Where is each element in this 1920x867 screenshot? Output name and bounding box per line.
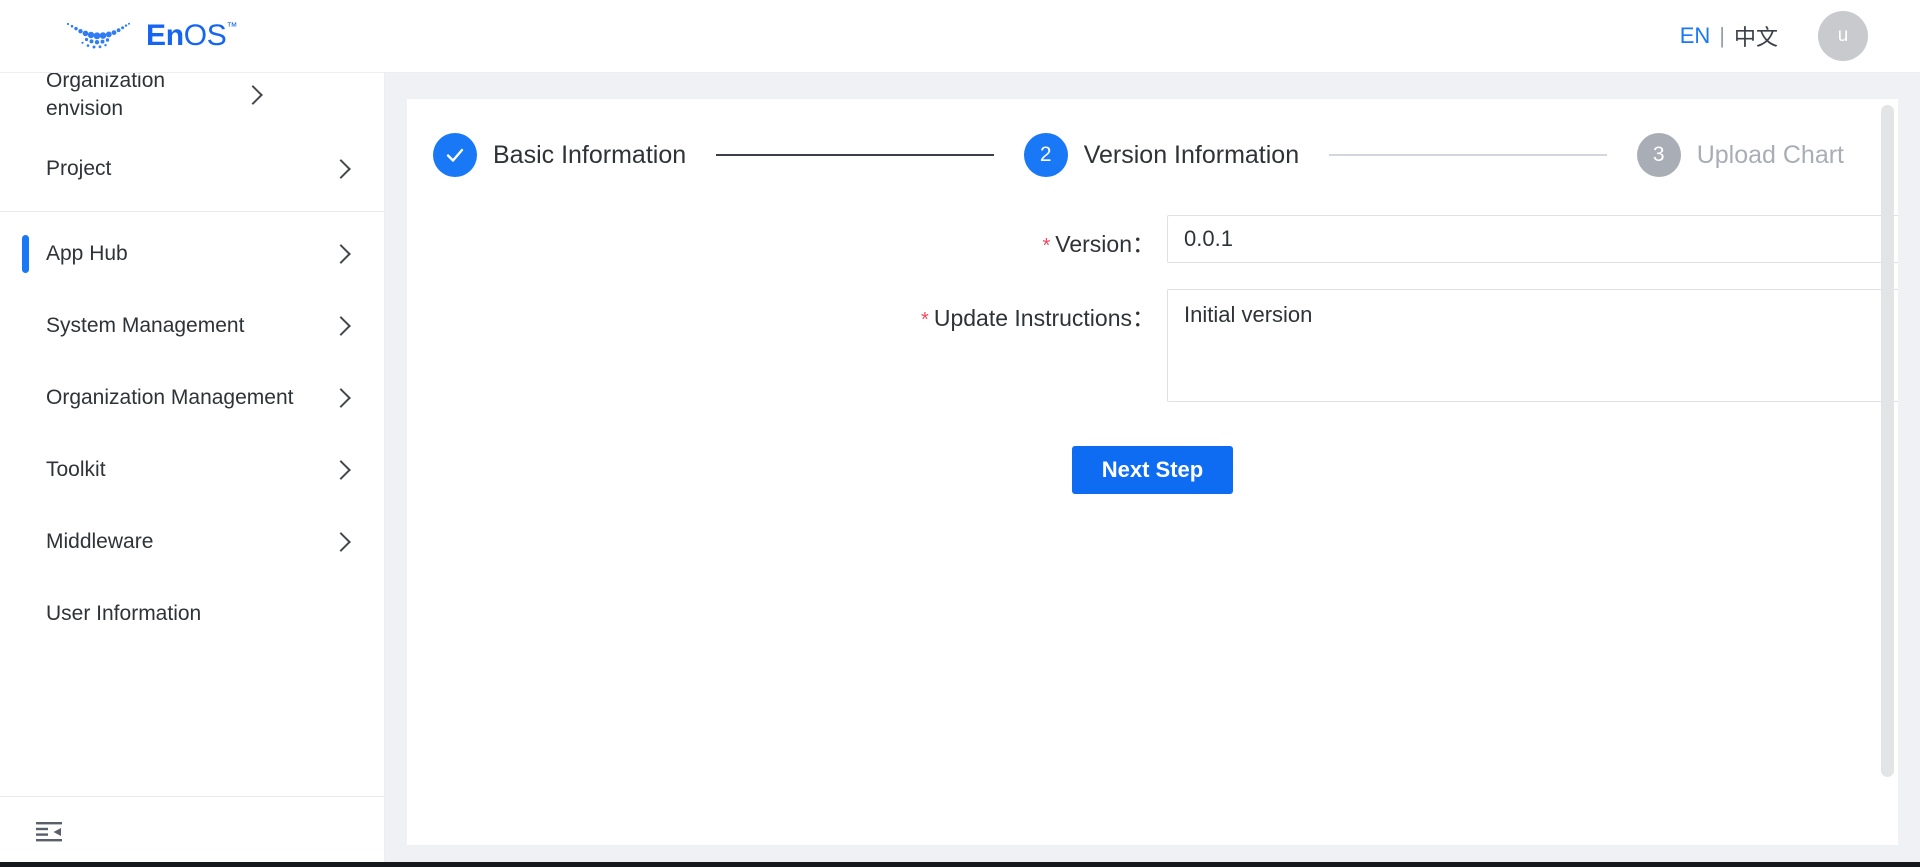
logo-text-en: En: [146, 19, 184, 53]
wizard-step-2[interactable]: 2 Version Information: [1024, 133, 1299, 177]
enos-dots-logo-icon: [62, 19, 140, 53]
version-information-form: *Version： *Update Instructions：: [407, 177, 1898, 494]
chevron-right-icon: [331, 159, 351, 179]
version-field-wrap: [1167, 215, 1898, 263]
logo-trademark: ™: [227, 21, 238, 33]
sidebar-item-organization-management[interactable]: Organization Management: [0, 362, 384, 434]
form-row-version: *Version：: [407, 215, 1898, 263]
header-actions: EN | 中文 u: [1680, 11, 1868, 61]
version-input[interactable]: [1167, 215, 1898, 263]
language-option-zh[interactable]: 中文: [1734, 20, 1778, 52]
step-indicator-1: [433, 133, 477, 177]
content-scrollbar[interactable]: [1881, 105, 1894, 777]
app-header: EnOS™ EN | 中文 u: [0, 0, 1920, 73]
sidebar-item-label: Organization Management: [46, 384, 334, 412]
sidebar-item-label: Project: [46, 155, 334, 183]
chevron-right-icon: [331, 316, 351, 336]
step-indicator-2: 2: [1024, 133, 1068, 177]
wizard-stepper: Basic Information 2 Version Information 3 Up…: [407, 99, 1898, 177]
chevron-right-icon: [331, 388, 351, 408]
brand-wordmark: EnOS™: [146, 19, 237, 53]
sidebar-item-label: User Information: [46, 600, 352, 628]
wizard-step-1[interactable]: Basic Information: [433, 133, 686, 177]
step-label-3: Upload Chart: [1697, 141, 1844, 170]
sidebar-item-system-management[interactable]: System Management: [0, 290, 384, 362]
sidebar-item-middleware[interactable]: Middleware: [0, 506, 384, 578]
sidebar-item-label: System Management: [46, 312, 334, 340]
version-label-text: Version：: [1055, 231, 1155, 257]
sidebar-item-label: Organization envision: [46, 67, 246, 124]
sidebar: Organization envisionProjectApp HubSyste…: [0, 73, 385, 867]
required-asterisk: *: [921, 309, 929, 331]
update-instructions-label: *Update Instructions：: [407, 289, 1167, 402]
avatar[interactable]: u: [1818, 11, 1868, 61]
language-switcher: EN | 中文: [1680, 20, 1778, 52]
form-row-update-instructions: *Update Instructions：: [407, 289, 1898, 402]
chevron-right-icon: [243, 85, 263, 105]
page-bottom-bar: [0, 862, 1920, 867]
step-label-1: Basic Information: [493, 141, 686, 170]
sidebar-item-label: App Hub: [46, 240, 334, 268]
step-connector-1: [716, 154, 994, 156]
step-label-2: Version Information: [1084, 141, 1299, 170]
form-actions: Next Step: [407, 428, 1898, 494]
language-separator: |: [1719, 23, 1725, 49]
menu-fold-icon[interactable]: [36, 821, 62, 843]
main-content: Basic Information 2 Version Information 3 Up…: [385, 73, 1920, 867]
step-connector-2: [1329, 154, 1607, 156]
sidebar-nav-list: Organization envision Project App Hub Syste…: [0, 55, 384, 778]
version-label: *Version：: [407, 215, 1167, 263]
step-indicator-3: 3: [1637, 133, 1681, 177]
update-instructions-label-text: Update Instructions：: [934, 305, 1155, 331]
next-step-button[interactable]: Next Step: [1072, 446, 1233, 494]
content-card: Basic Information 2 Version Information 3 Up…: [407, 99, 1898, 845]
sidebar-item-user-information[interactable]: User Information: [0, 578, 384, 650]
sidebar-divider: [0, 211, 384, 212]
required-asterisk: *: [1042, 235, 1050, 257]
logo-text-os: OS: [184, 19, 227, 53]
update-instructions-textarea[interactable]: [1167, 289, 1898, 402]
sidebar-item-toolkit[interactable]: Toolkit: [0, 434, 384, 506]
sidebar-footer: [0, 796, 384, 867]
sidebar-item-app-hub[interactable]: App Hub: [0, 218, 384, 290]
wizard-step-3[interactable]: 3 Upload Chart: [1637, 133, 1844, 177]
sidebar-item-label: Middleware: [46, 528, 334, 556]
sidebar-item-project[interactable]: Project: [0, 133, 384, 205]
sidebar-active-indicator: [22, 235, 29, 273]
language-option-en[interactable]: EN: [1680, 23, 1711, 49]
check-icon: [443, 143, 467, 167]
brand-logo[interactable]: EnOS™: [62, 19, 237, 53]
update-instructions-field-wrap: [1167, 289, 1898, 402]
chevron-right-icon: [331, 460, 351, 480]
chevron-right-icon: [331, 244, 351, 264]
chevron-right-icon: [331, 532, 351, 552]
sidebar-item-label: Toolkit: [46, 456, 334, 484]
